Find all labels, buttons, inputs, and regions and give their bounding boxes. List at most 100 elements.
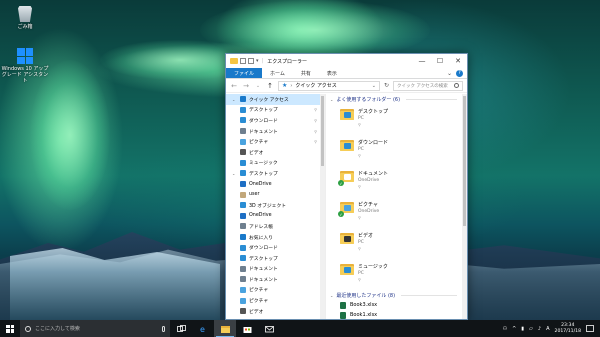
expand-icon[interactable]: ⌄ <box>232 171 237 176</box>
recent-file-item[interactable]: Book3.xlsx <box>326 300 467 310</box>
new-folder-icon[interactable] <box>248 58 254 64</box>
frequent-folder-item[interactable]: ✓ ドキュメント OneDrive ⚲ <box>326 166 467 197</box>
nav-item[interactable]: お気に入り <box>226 232 325 243</box>
nav-item[interactable]: ダウンロード <box>226 242 325 253</box>
task-view-icon <box>176 324 186 332</box>
nav-item[interactable]: ダウンロード ⚲ <box>226 115 325 126</box>
explorer-taskbar-button[interactable] <box>214 320 236 337</box>
close-button[interactable]: ✕ <box>449 54 467 68</box>
ime-indicator[interactable]: A <box>546 326 549 332</box>
maximize-button[interactable]: ☐ <box>431 54 449 68</box>
navigation-bar: ← → ⌄ ↑ ★ › クイック アクセス ⌄ ↻ クイック アクセスの検索 <box>226 79 467 93</box>
task-view-button[interactable] <box>170 320 192 337</box>
main-scrollbar-thumb[interactable] <box>463 96 466 226</box>
nav-item[interactable]: デスクトップ ⚲ <box>226 105 325 116</box>
star-icon: ★ <box>282 82 288 89</box>
address-bar[interactable]: ★ › クイック アクセス ⌄ <box>278 80 380 91</box>
nav-item[interactable]: OneDrive <box>226 211 325 222</box>
file-name: Book1.xlsx <box>350 312 378 318</box>
nav-item[interactable]: ピクチャ ⚲ <box>226 136 325 147</box>
nav-item[interactable]: ⌄ クイック アクセス <box>226 94 325 105</box>
desktop-icon-recycle-bin[interactable]: ごみ箱 <box>0 6 50 30</box>
folder-name: デスクトップ <box>358 109 389 115</box>
properties-icon[interactable] <box>240 58 246 64</box>
divider <box>401 294 457 296</box>
show-hidden-icons-icon[interactable]: ^ <box>512 326 516 332</box>
nav-item[interactable]: アドレス帳 <box>226 221 325 232</box>
mail-button[interactable] <box>258 320 280 337</box>
pin-icon: ⚲ <box>358 246 361 251</box>
minimize-button[interactable]: — <box>413 54 431 68</box>
frequent-folder-item[interactable]: デスクトップ PC ⚲ <box>326 104 467 135</box>
help-icon[interactable]: ? <box>456 69 463 77</box>
edge-button[interactable]: e <box>192 320 214 337</box>
desktop-icon-upgrade-assistant[interactable]: Windows 10 アップグレード アシスタント <box>0 48 50 84</box>
nav-item[interactable]: user <box>226 189 325 200</box>
tab-file[interactable]: ファイル <box>226 68 263 78</box>
clock[interactable]: 23:34 2017/11/18 <box>555 323 581 335</box>
star-icon <box>240 96 246 103</box>
nav-item[interactable]: ビデオ <box>226 147 325 158</box>
nav-item[interactable]: ドキュメント ⚲ <box>226 126 325 137</box>
forward-icon[interactable]: → <box>242 82 250 90</box>
pin-icon: ⚲ <box>358 122 361 127</box>
frequent-folders-header[interactable]: ⌄ よく使用するフォルダー (6) <box>326 94 467 104</box>
date: 2017/11/18 <box>554 328 581 334</box>
frequent-folder-item[interactable]: ミュージック PC ⚲ <box>326 259 467 290</box>
people-icon[interactable]: ⚇ <box>503 326 507 332</box>
up-icon[interactable]: ↑ <box>266 82 274 90</box>
nav-item-label: ドキュメント <box>249 129 278 135</box>
nav-item[interactable]: ミュージック <box>226 158 325 169</box>
store-button[interactable] <box>236 320 258 337</box>
system-tray: ⚇ ^ ▮ ▱ ♪ A 23:34 2017/11/18 <box>503 323 600 335</box>
separator: | <box>261 58 264 64</box>
frequent-folder-item[interactable]: ビデオ PC ⚲ <box>326 228 467 259</box>
address-dropdown-icon[interactable]: ⌄ <box>372 83 376 89</box>
frequent-folders-list: デスクトップ PC ⚲ ダウンロード PC ⚲ ✓ ドキュメント OneDrive ⚲ ✓ ピクチャ O… <box>326 104 467 290</box>
nav-item[interactable]: 3D オブジェクト <box>226 200 325 211</box>
tab-view[interactable]: 表示 <box>319 68 345 78</box>
nav-item[interactable]: ドキュメント <box>226 274 325 285</box>
collapse-icon[interactable]: ⌄ <box>330 97 333 102</box>
collapse-icon[interactable]: ⌄ <box>330 293 333 298</box>
nav-scrollbar-thumb[interactable] <box>321 96 324 166</box>
frequent-folder-item[interactable]: ✓ ピクチャ OneDrive ⚲ <box>326 197 467 228</box>
taskbar-search-input[interactable]: ここに入力して検索 <box>20 320 170 337</box>
search-input[interactable]: クイック アクセスの検索 <box>393 80 463 91</box>
nav-scrollbar[interactable] <box>320 94 325 319</box>
volume-icon[interactable]: ♪ <box>538 326 541 332</box>
nav-item[interactable]: デスクトップ <box>226 253 325 264</box>
frequent-folder-item[interactable]: ダウンロード PC ⚲ <box>326 135 467 166</box>
nav-item[interactable]: ピクチャ <box>226 295 325 306</box>
back-icon[interactable]: ← <box>230 82 238 90</box>
store-bag-icon <box>243 326 251 333</box>
main-scrollbar[interactable] <box>462 94 467 319</box>
picture-icon <box>240 138 246 145</box>
tab-share[interactable]: 共有 <box>293 68 319 78</box>
breadcrumb[interactable]: クイック アクセス <box>295 82 336 89</box>
expand-icon[interactable]: ⌄ <box>232 97 237 102</box>
action-center-icon[interactable] <box>586 325 594 332</box>
network-icon[interactable]: ▱ <box>529 326 533 332</box>
nav-item[interactable]: ピクチャ <box>226 285 325 296</box>
nav-item[interactable]: ⌄ デスクトップ <box>226 168 325 179</box>
windows-logo-icon <box>17 48 33 64</box>
refresh-icon[interactable]: ↻ <box>384 82 389 89</box>
recent-file-item[interactable]: Book1.xlsx <box>326 310 467 319</box>
microphone-icon[interactable] <box>162 325 165 332</box>
nav-item-label: デスクトップ <box>249 108 278 114</box>
recent-files-header[interactable]: ⌄ 最近使用したファイル (8) <box>326 290 467 300</box>
battery-icon[interactable]: ▮ <box>521 326 524 332</box>
nav-item[interactable]: ビデオ <box>226 306 325 317</box>
download-folder-icon <box>340 139 354 151</box>
tab-home[interactable]: ホーム <box>262 68 293 78</box>
recent-locations-icon[interactable]: ⌄ <box>254 83 262 89</box>
title-bar[interactable]: ▾ | エクスプローラー — ☐ ✕ <box>226 54 467 68</box>
nav-item[interactable]: OneDrive <box>226 179 325 190</box>
sync-status-icon: ✓ <box>338 211 344 217</box>
customize-qat-icon[interactable]: ▾ <box>256 58 259 64</box>
nav-item[interactable]: ドキュメント <box>226 264 325 275</box>
folder-location: OneDrive <box>358 178 380 183</box>
start-button[interactable] <box>0 320 20 337</box>
expand-ribbon-icon[interactable]: ⌄ <box>447 70 452 77</box>
